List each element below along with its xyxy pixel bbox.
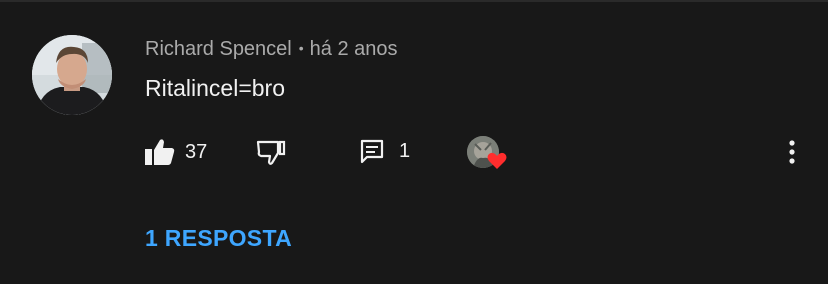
reply-count: 1 [399,140,411,162]
like-count: 37 [185,141,208,163]
more-options-button[interactable] [780,138,804,166]
like-button[interactable]: 37 [145,138,207,166]
dislike-button[interactable] [256,138,286,166]
heart-icon [487,152,507,169]
top-divider [0,0,828,2]
author-avatar[interactable] [32,35,112,115]
thumbs-up-icon [145,139,175,165]
author-photo [32,35,112,115]
comment-timestamp[interactable]: há 2 anos [310,38,398,60]
more-vertical-icon [789,140,795,164]
comment-meta: Richard Spencel • há 2 anos [145,36,398,61]
reply-button[interactable]: 1 [359,138,410,164]
comment-icon [360,139,384,164]
creator-heart-badge [467,136,507,176]
comment-text: Ritalincel=bro [145,75,285,101]
thumbs-down-icon [256,140,286,165]
meta-separator: • [298,40,304,56]
author-name[interactable]: Richard Spencel [145,38,292,60]
view-replies-button[interactable]: 1 RESPOSTA [145,224,292,252]
